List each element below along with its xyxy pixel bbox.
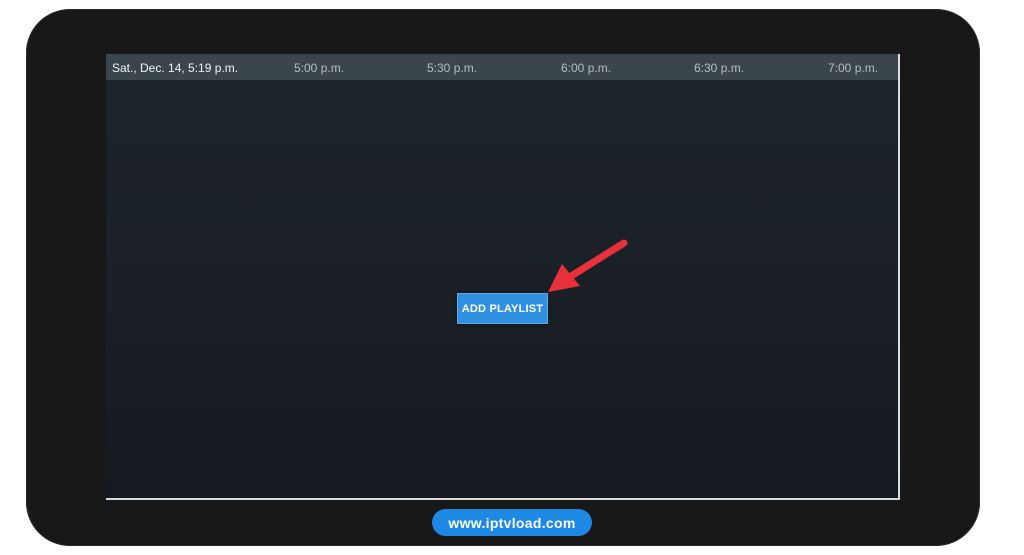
time-slot: 5:30 p.m. [427, 61, 478, 75]
time-slot: 7:00 p.m. [828, 61, 879, 75]
watermark-badge: www.iptvload.com [432, 509, 592, 536]
epg-timeline-bar: Sat., Dec. 14, 5:19 p.m. 5:00 p.m. 5:30 … [106, 54, 898, 80]
time-slot: 5:00 p.m. [294, 61, 345, 75]
time-slot: 6:30 p.m. [694, 61, 745, 75]
current-date-time: Sat., Dec. 14, 5:19 p.m. [112, 61, 239, 75]
watermark-text: www.iptvload.com [448, 514, 576, 531]
time-slot: 6:00 p.m. [561, 61, 612, 75]
tv-screen: Sat., Dec. 14, 5:19 p.m. 5:00 p.m. 5:30 … [106, 54, 900, 500]
add-playlist-button[interactable]: ADD PLAYLIST [457, 293, 548, 324]
red-arrow-icon [548, 239, 628, 292]
